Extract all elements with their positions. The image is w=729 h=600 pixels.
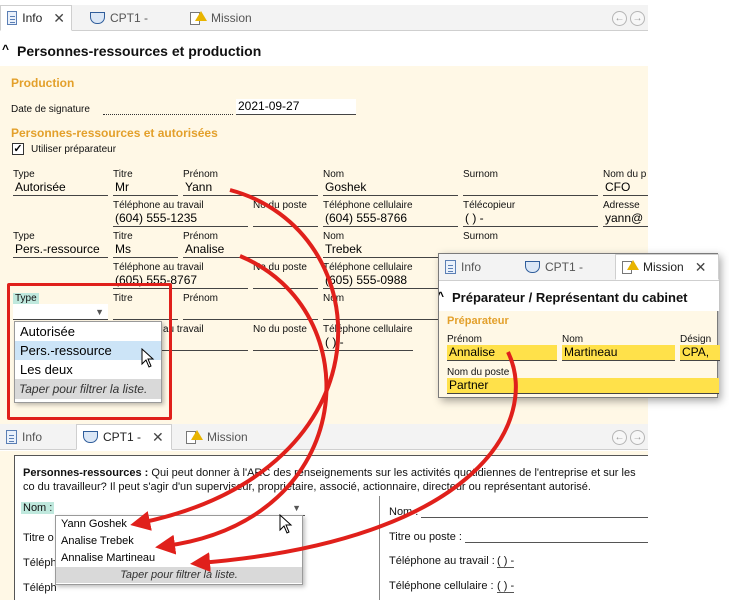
arrow-annalise-to-list: [190, 351, 518, 573]
arrow-analise-to-list: [155, 254, 329, 555]
arrow-yann-to-list: [130, 188, 341, 531]
annotation-arrows: [130, 188, 518, 573]
